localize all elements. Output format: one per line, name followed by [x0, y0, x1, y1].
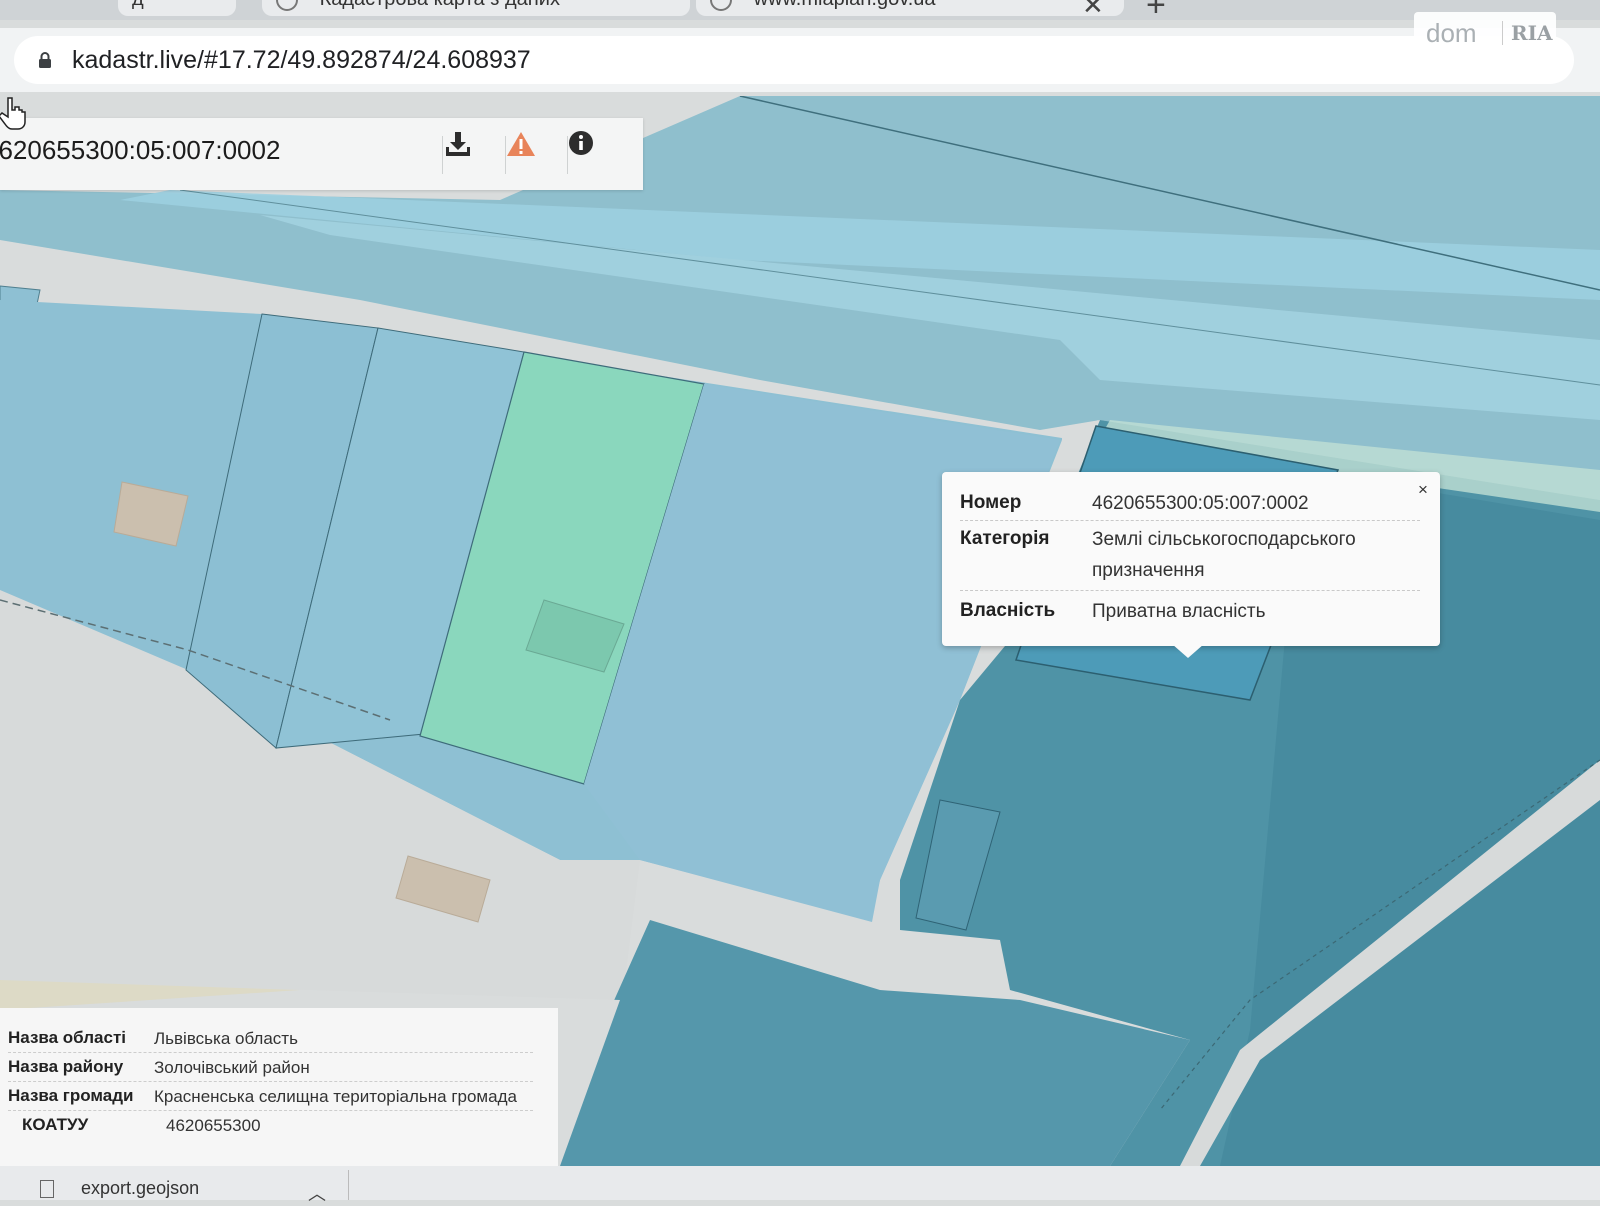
- tab-3[interactable]: www.mlaplan.gov.ua: [696, 0, 1124, 16]
- popup-value: Приватна власність: [1092, 601, 1266, 622]
- tab-1[interactable]: д: [118, 0, 236, 16]
- info-key: Назва громади: [8, 1086, 134, 1105]
- info-value: Львівська область: [154, 1029, 298, 1048]
- download-file-name: export.geojson: [81, 1178, 200, 1198]
- download-shelf: export.geojson ︿: [0, 1166, 1600, 1204]
- globe-icon: [710, 0, 732, 11]
- popup-value: 4620655300:05:007:0002: [1092, 493, 1309, 514]
- report-problem-button[interactable]: [506, 130, 566, 178]
- info-row-koatuu: КОАТУУ 4620655300: [8, 1111, 533, 1139]
- info-key: КОАТУУ: [22, 1115, 89, 1134]
- popup-pointer: [1172, 644, 1204, 658]
- globe-icon: [276, 0, 298, 11]
- new-tab-icon[interactable]: +: [1146, 0, 1166, 20]
- tab-2[interactable]: Кадастрова карта з даних: [262, 0, 690, 16]
- info-key: Назва району: [8, 1057, 124, 1076]
- tab-strip: д Кадастрова карта з даних www.mlaplan.g…: [0, 0, 1600, 20]
- watermark-text: dom: [1426, 17, 1477, 48]
- toolbar-divider: [442, 136, 443, 174]
- popup-row-category: Категорія Землі сільськогосподарського п…: [960, 524, 1420, 591]
- info-value: 4620655300: [166, 1116, 261, 1135]
- address-bar: kadastr.live/#17.72/49.892874/24.608937: [0, 28, 1600, 92]
- tab-1-label: д: [132, 0, 144, 10]
- url-text: kadastr.live/#17.72/49.892874/24.608937: [72, 46, 531, 74]
- download-icon: [446, 132, 470, 156]
- watermark-logo: dom RIA: [1414, 12, 1556, 54]
- tab-3-label: www.mlaplan.gov.ua: [754, 0, 936, 10]
- popup-key: Номер: [960, 492, 1022, 513]
- popup-row-number: Номер 4620655300:05:007:0002: [960, 486, 1420, 521]
- hand-cursor-icon: [0, 97, 26, 130]
- info-row-community: Назва громади Красненська селищна терито…: [8, 1082, 533, 1111]
- download-divider: [348, 1170, 349, 1200]
- map-canvas[interactable]: × Номер 4620655300:05:007:0002 Категорія…: [0, 96, 1600, 1166]
- lock-icon: [39, 52, 51, 68]
- info-row-region: Назва області Львівська область: [8, 1024, 533, 1053]
- file-icon: [40, 1180, 54, 1199]
- download-item[interactable]: export.geojson: [40, 1178, 199, 1199]
- popup-value: Землі сільськогосподарського призначення: [1092, 529, 1356, 581]
- info-row-district: Назва району Золочівський район: [8, 1053, 533, 1082]
- popup-key: Категорія: [960, 528, 1050, 549]
- watermark-mark: RIA: [1502, 21, 1553, 45]
- warning-icon: [507, 132, 535, 156]
- popup-key: Власність: [960, 600, 1056, 621]
- info-value: Золочівський район: [154, 1058, 310, 1077]
- info-button[interactable]: [568, 130, 628, 178]
- tab-2-label: Кадастрова карта з даних: [320, 0, 560, 10]
- info-key: Назва області: [8, 1028, 127, 1047]
- chevron-up-icon[interactable]: ︿: [308, 1180, 326, 1206]
- popup-row-ownership: Власність Приватна власність: [960, 594, 1420, 628]
- cadastral-search-input[interactable]: [0, 132, 404, 168]
- info-icon: [569, 131, 593, 155]
- region-info-panel: Назва області Львівська область Назва ра…: [0, 1008, 558, 1166]
- info-value: Красненська селищна територіальна громад…: [154, 1087, 517, 1106]
- parcel-popup: × Номер 4620655300:05:007:0002 Категорія…: [942, 472, 1440, 658]
- download-button[interactable]: [444, 130, 504, 178]
- search-panel: [0, 118, 643, 190]
- close-tab-icon[interactable]: ✕: [1082, 0, 1104, 20]
- url-field[interactable]: kadastr.live/#17.72/49.892874/24.608937: [14, 36, 1574, 84]
